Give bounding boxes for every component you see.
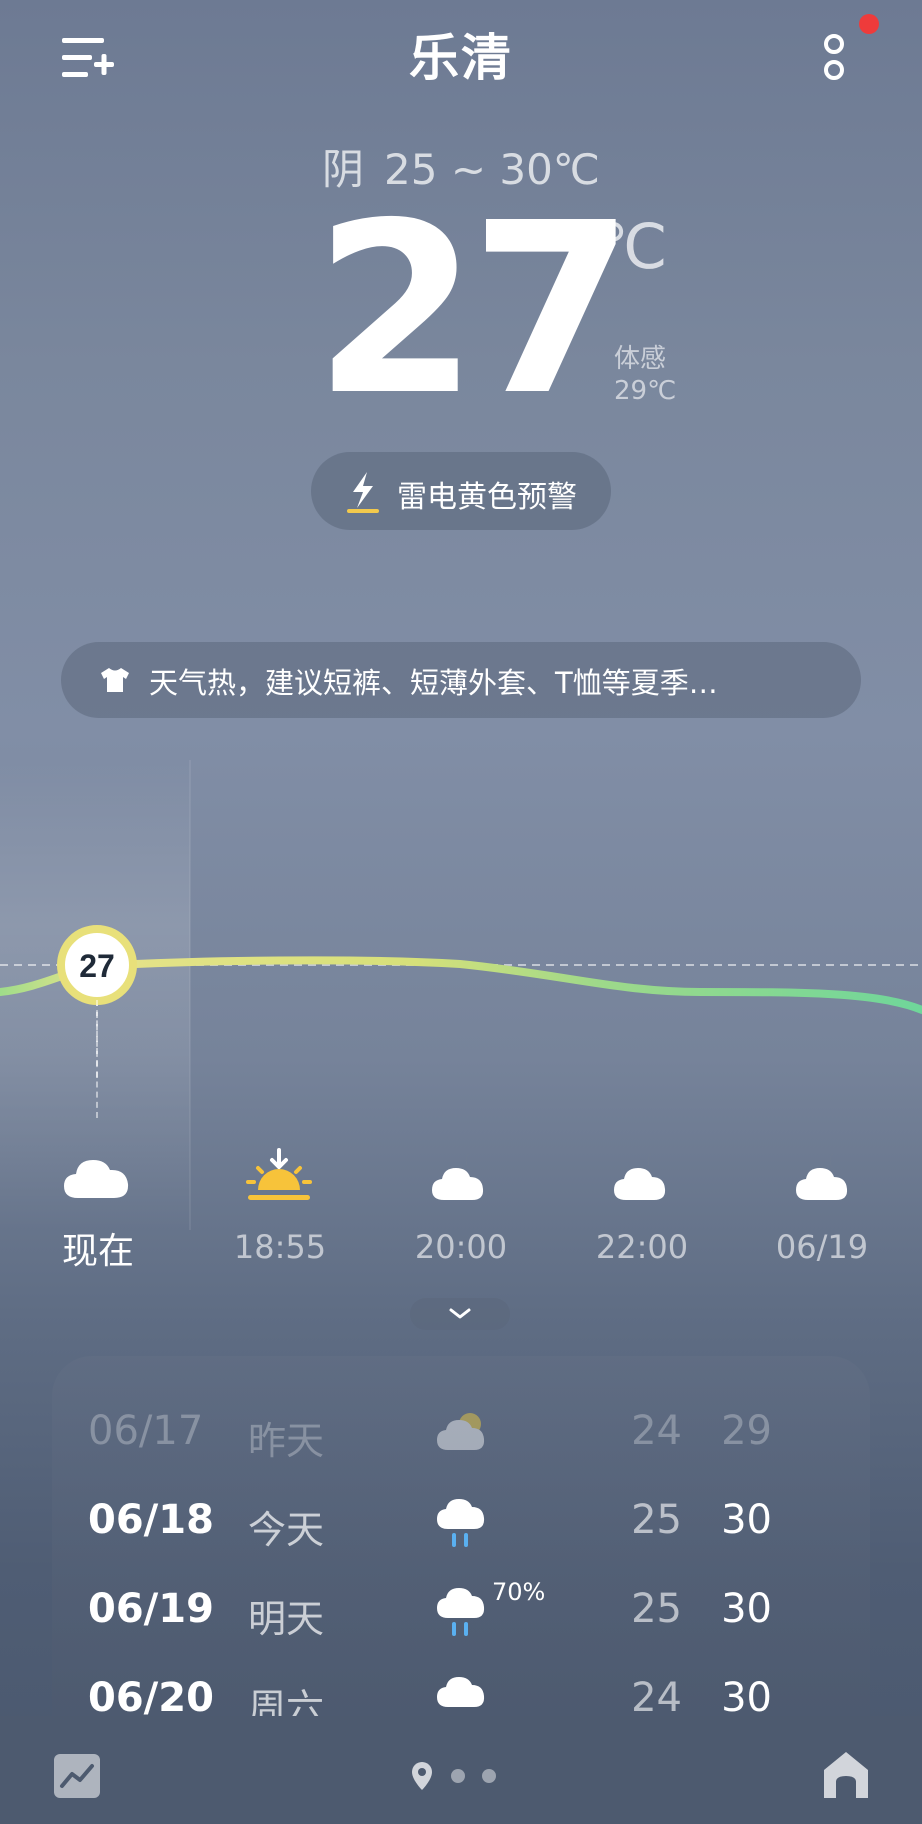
now-marker-tail	[96, 1000, 100, 1118]
daily-date: 06/18	[88, 1497, 214, 1543]
partly-cloudy-night-icon	[432, 1152, 486, 1200]
daily-high: 30	[721, 1497, 772, 1543]
home-icon[interactable]	[822, 1750, 870, 1800]
feels-like-value: 29℃	[614, 376, 677, 406]
hour-label: 06/19	[775, 1228, 869, 1266]
weather-warning-chip[interactable]: 雷电黄色预警	[311, 452, 611, 530]
more-options-icon[interactable]	[816, 28, 856, 88]
hour-label-now: 现在	[61, 1231, 134, 1272]
tshirt-icon	[101, 668, 129, 692]
notification-dot	[859, 14, 879, 34]
cloudy-icon	[64, 1160, 129, 1198]
page-dot	[482, 1769, 496, 1783]
temperature-unit: ℃	[598, 210, 668, 283]
feels-like-label: 体感	[614, 344, 667, 374]
expand-button[interactable]	[410, 1298, 510, 1330]
temperature-curve	[0, 956, 922, 1014]
current-temperature: 27	[314, 172, 634, 447]
daily-date: 06/17	[88, 1408, 204, 1454]
sunset-icon	[246, 1148, 312, 1200]
page-indicator[interactable]	[412, 1760, 512, 1794]
daily-forecast-card: 06/17 昨天 24 29 06/18 今天 25 30 06/19 明天 7…	[52, 1356, 870, 1730]
daily-high: 30	[721, 1586, 772, 1632]
daily-low: 24	[631, 1675, 682, 1721]
daily-day: 昨天	[248, 1419, 325, 1463]
daily-high: 29	[721, 1408, 772, 1454]
hourly-temperature-curve: 27	[0, 925, 922, 1080]
daily-date: 06/19	[88, 1586, 214, 1632]
city-title: 乐清	[409, 29, 513, 87]
lightning-icon	[347, 472, 379, 513]
rain-icon	[437, 1499, 485, 1547]
hour-label: 20:00	[414, 1228, 508, 1266]
hour-label: 22:00	[595, 1228, 689, 1266]
daily-high: 30	[721, 1675, 772, 1721]
daily-low: 25	[631, 1586, 682, 1632]
partly-cloudy-night-icon	[796, 1152, 850, 1200]
advice-text: 天气热，建议短裤、短薄外套、T恤等夏季…	[149, 666, 718, 700]
rain-icon	[437, 1588, 485, 1636]
now-temp-label: 27	[79, 948, 115, 984]
warning-text: 雷电黄色预警	[397, 480, 577, 515]
daily-day: 今天	[248, 1508, 325, 1552]
partly-cloudy-day-icon	[437, 1413, 485, 1450]
daily-day: 明天	[248, 1597, 325, 1641]
daily-row[interactable]: 06/17 昨天 24 29	[52, 1398, 870, 1478]
clothing-advice-chip[interactable]: 天气热，建议短裤、短薄外套、T恤等夏季…	[61, 642, 861, 718]
hour-label: 18:55	[233, 1228, 327, 1266]
daily-date: 06/20	[88, 1675, 214, 1721]
trend-chart-icon[interactable]	[54, 1754, 100, 1798]
chevron-down-icon	[449, 1308, 471, 1319]
daily-low: 24	[631, 1408, 682, 1454]
precip-probability: 70%	[492, 1578, 546, 1606]
daily-row[interactable]: 06/18 今天 25 30	[52, 1487, 870, 1567]
daily-row[interactable]: 06/19 明天 70% 25 30	[52, 1576, 870, 1656]
partly-cloudy-night-icon	[614, 1152, 668, 1200]
page-dot	[451, 1769, 465, 1783]
daily-low: 25	[631, 1497, 682, 1543]
